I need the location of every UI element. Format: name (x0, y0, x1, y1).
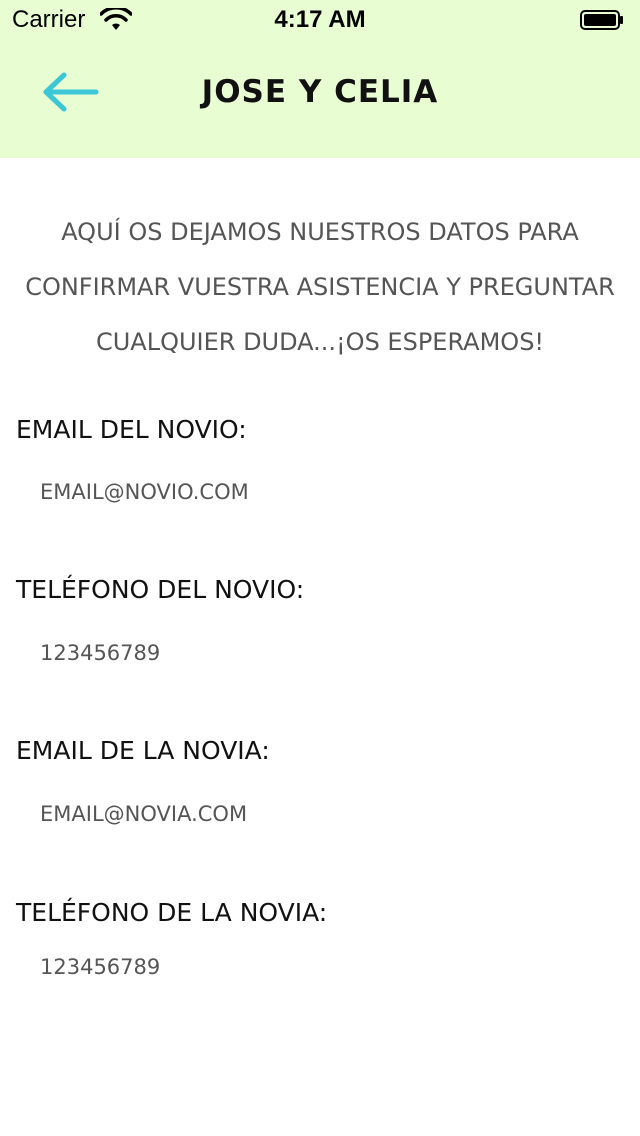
battery-icon (580, 10, 623, 30)
intro-line: AQUÍ OS DEJAMOS NUESTROS DATOS PARA (61, 218, 579, 246)
groom-phone-label: TELÉFONO DEL NOVIO: (16, 575, 305, 604)
status-bar: Carrier 4:17 AM (0, 0, 640, 40)
groom-phone-value[interactable]: 123456789 (40, 641, 160, 665)
bride-phone-value[interactable]: 123456789 (40, 955, 160, 979)
status-time: 4:17 AM (274, 6, 366, 33)
groom-email-value[interactable]: EMAIL@NOVIO.COM (40, 480, 249, 504)
bride-email-label: EMAIL DE LA NOVIA: (16, 736, 270, 765)
intro-line: CONFIRMAR VUESTRA ASISTENCIA Y PREGUNTAR (25, 273, 615, 301)
groom-email-label: EMAIL DEL NOVIO: (16, 415, 247, 444)
intro-line: CUALQUIER DUDA...¡OS ESPERAMOS! (95, 328, 545, 356)
page-title: JOSE Y CELIA (201, 74, 439, 110)
navigation-bar: JOSE Y CELIA (0, 40, 640, 158)
intro-text: AQUÍ OS DEJAMOS NUESTROS DATOS PARA CONF… (20, 205, 620, 370)
bride-phone-label: TELÉFONO DE LA NOVIA: (16, 898, 328, 927)
bride-email-value[interactable]: EMAIL@NOVIA.COM (40, 802, 247, 826)
